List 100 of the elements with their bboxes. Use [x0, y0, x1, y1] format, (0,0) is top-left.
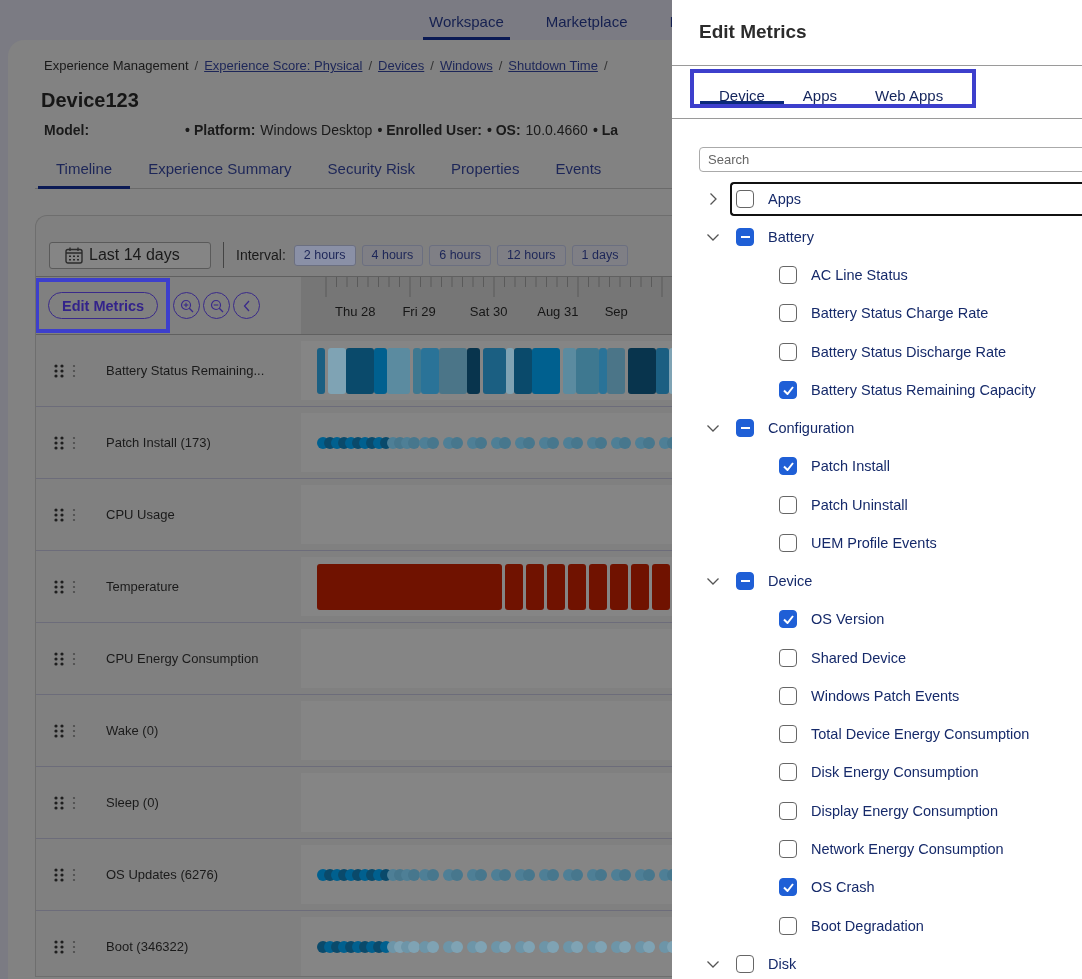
interval-chip[interactable]: 2 hours: [293, 244, 356, 266]
drag-handle-icon[interactable]: [54, 507, 64, 522]
metric-name: Boot (346322): [106, 939, 189, 954]
tree-group-label: Configuration: [768, 420, 855, 437]
meta-value: 10.0.4660: [525, 122, 588, 138]
nav-tab[interactable]: I: [663, 13, 672, 40]
interval-chip[interactable]: 6 hours: [429, 244, 491, 266]
zoom-out-icon: [209, 298, 224, 313]
metric-option-label: Patch Uninstall: [811, 496, 908, 513]
panel-title: Edit Metrics: [672, 0, 1082, 66]
checkbox[interactable]: [779, 725, 797, 744]
meta-label: • OS:: [486, 122, 521, 138]
breadcrumb-separator: /: [603, 58, 608, 73]
tree-row[interactable]: Device: [730, 564, 1082, 599]
checkbox[interactable]: [779, 763, 797, 782]
checkbox[interactable]: [779, 610, 797, 629]
tree-group-label: Apps: [768, 191, 802, 207]
checkmark-icon: [782, 461, 794, 471]
tree-row[interactable]: Configuration: [730, 411, 1082, 446]
checkbox[interactable]: [779, 457, 797, 476]
axis-label: Fri 29: [402, 304, 437, 319]
interval-chip[interactable]: 12 hours: [496, 244, 566, 266]
metric-option-label: Display Energy Consumption: [811, 802, 998, 819]
tree-group-label: Disk: [768, 955, 797, 972]
zoom-in-icon: [179, 298, 194, 313]
chevron-left-icon: [242, 299, 251, 312]
metric-option-label: OS Version: [811, 611, 885, 628]
tab[interactable]: Events: [537, 160, 620, 189]
meta-label: • Enrolled User:: [377, 122, 482, 138]
metric-name: Patch Install (173): [106, 435, 211, 450]
drag-handle-icon[interactable]: [54, 435, 64, 450]
calendar-icon: [65, 246, 83, 264]
checkbox[interactable]: [779, 266, 797, 285]
drag-handle-icon[interactable]: [54, 867, 64, 882]
checkmark-icon: [782, 614, 794, 624]
drag-handle-icon[interactable]: [54, 579, 64, 594]
tab[interactable]: Timeline: [38, 160, 131, 189]
metric-name: Sleep (0): [106, 795, 159, 810]
drag-handle-icon[interactable]: [54, 723, 64, 738]
checkbox[interactable]: [779, 495, 797, 514]
tab[interactable]: Apps: [783, 87, 857, 104]
date-range-button[interactable]: Last 14 days: [49, 241, 211, 269]
breadcrumb-link[interactable]: Windows: [439, 58, 493, 73]
checkbox[interactable]: [736, 228, 754, 246]
metric-option-label: Shared Device: [811, 649, 907, 666]
breadcrumb-link[interactable]: Shutdown Time: [508, 58, 598, 73]
metric-option-label: Battery Status Charge Rate: [811, 305, 989, 322]
checkbox[interactable]: [779, 648, 797, 667]
drag-handle-icon[interactable]: [54, 795, 64, 810]
minus-icon: [740, 236, 750, 238]
checkmark-icon: [782, 385, 794, 395]
checkbox[interactable]: [736, 419, 754, 438]
tab[interactable]: Device: [700, 87, 784, 104]
tab[interactable]: Web Apps: [856, 87, 963, 104]
metric-name: CPU Usage: [106, 507, 175, 522]
checkbox[interactable]: [779, 304, 797, 323]
meta-label: Model:: [44, 122, 90, 138]
interval-label: Interval:: [236, 247, 286, 263]
tree-group-label: Battery: [768, 229, 814, 245]
checkbox[interactable]: [779, 840, 797, 858]
metric-option-label: Windows Patch Events: [811, 687, 960, 704]
tab[interactable]: Properties: [433, 160, 538, 189]
interval-chip[interactable]: 1 days: [571, 244, 629, 266]
metric-option-label: Battery Status Discharge Rate: [811, 343, 1007, 360]
axis-label: Sat 30: [469, 304, 509, 319]
tab[interactable]: Experience Summary: [130, 160, 310, 189]
meta-label: • La: [592, 122, 618, 138]
checkbox[interactable]: [779, 801, 797, 820]
drag-handle-icon[interactable]: [54, 651, 64, 666]
metric-option-label: Total Device Energy Consumption: [811, 726, 1030, 743]
tree-row[interactable]: Battery: [730, 220, 1082, 254]
tree-row[interactable]: Apps: [730, 182, 1082, 216]
checkbox[interactable]: [779, 916, 797, 935]
checkbox[interactable]: [736, 190, 754, 208]
drag-handle-icon[interactable]: [54, 363, 64, 378]
tab[interactable]: Security Risk: [309, 160, 434, 189]
checkbox[interactable]: [779, 533, 797, 552]
checkbox[interactable]: [779, 381, 797, 400]
checkbox[interactable]: [736, 572, 754, 591]
device-title: Device123: [41, 89, 140, 112]
checkbox[interactable]: [779, 686, 797, 705]
axis-label: Aug 31: [537, 304, 580, 319]
meta-value: Windows Desktop: [260, 122, 373, 138]
drag-handle-icon[interactable]: [54, 939, 64, 954]
metric-option-label: Battery Status Remaining Capacity: [811, 382, 1036, 399]
breadcrumb-link[interactable]: Devices: [378, 58, 425, 73]
metric-option-label: Patch Install: [811, 458, 890, 475]
nav-tab[interactable]: Marketplace: [539, 13, 634, 40]
minus-icon: [740, 427, 750, 430]
checkbox[interactable]: [779, 342, 797, 361]
checkbox[interactable]: [779, 878, 797, 897]
tree-row[interactable]: Disk: [730, 946, 1082, 979]
search-field[interactable]: Search: [699, 147, 1082, 172]
metric-name: Battery Status Remaining...: [106, 363, 265, 378]
breadcrumb-text: Experience Management: [44, 58, 189, 73]
metric-option-label: Disk Energy Consumption: [811, 764, 979, 781]
minus-icon: [740, 580, 750, 583]
checkbox[interactable]: [736, 954, 754, 973]
interval-chip[interactable]: 4 hours: [361, 244, 424, 266]
breadcrumb-link[interactable]: Experience Score: Physical: [204, 58, 363, 73]
